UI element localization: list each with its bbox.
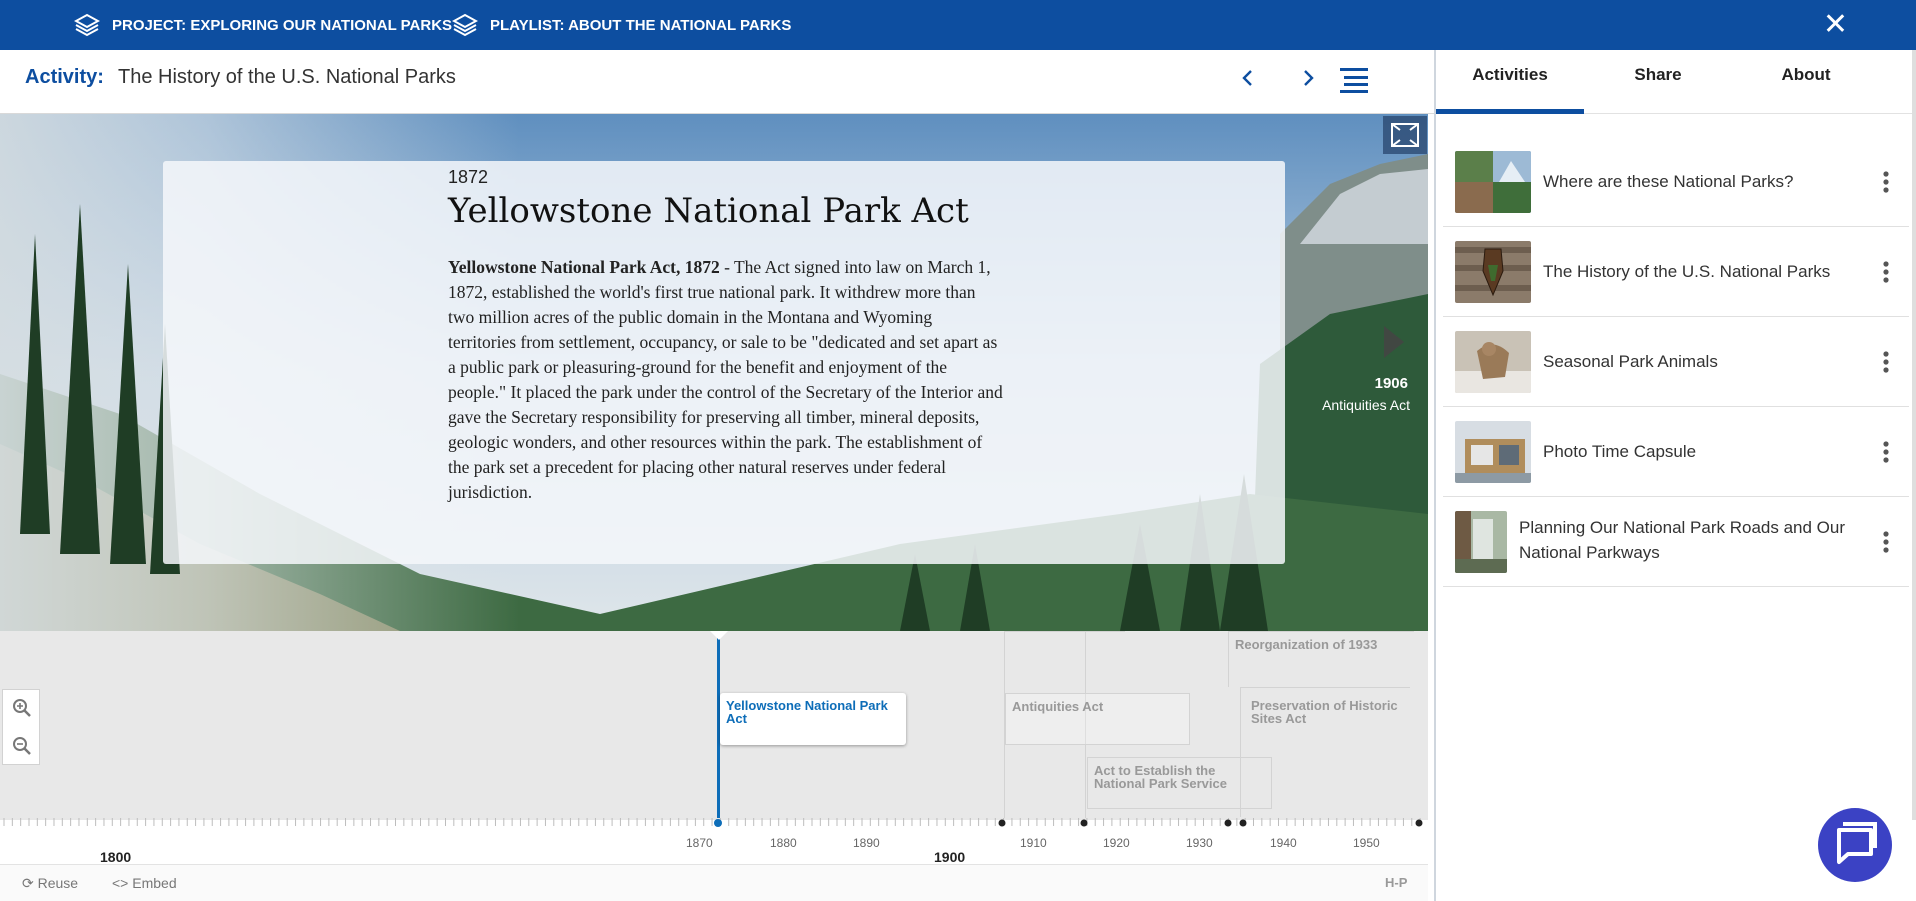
activity-thumbnail [1455, 511, 1507, 573]
timeline-event[interactable]: Preservation of Historic Sites Act [1245, 693, 1425, 731]
list-item[interactable]: The History of the U.S. National Parks [1443, 227, 1909, 317]
activity-name: The History of the U.S. National Parks [1543, 262, 1831, 281]
axis-tick-label: 1930 [1186, 836, 1213, 850]
panel-divider [1434, 50, 1436, 901]
embed-button[interactable]: <> Embed [112, 875, 177, 891]
menu-list-icon[interactable] [1340, 66, 1368, 94]
next-arrow-icon[interactable] [1296, 66, 1320, 90]
activity-thumbnail [1455, 151, 1531, 213]
activity-name: Where are these National Parks? [1543, 172, 1794, 191]
zoom-in-icon[interactable] [12, 698, 32, 718]
activity-thumbnail [1455, 331, 1531, 393]
tab-share[interactable]: Share [1584, 50, 1732, 114]
axis-tick-label: 1870 [686, 836, 713, 850]
event-year: 1872 [448, 167, 489, 187]
axis-event-dots [714, 819, 1423, 827]
event-description-lead: Yellowstone National Park Act, 1872 [448, 257, 720, 277]
fullscreen-icon [1391, 123, 1419, 147]
next-event-label[interactable]: Antiquities Act [1300, 397, 1410, 413]
activity-name: Planning Our National Park Roads and Our… [1519, 518, 1846, 562]
chat-bubble-icon [1837, 822, 1877, 864]
more-options-icon[interactable] [1883, 351, 1889, 373]
refresh-icon: ⟳ [22, 875, 34, 891]
timeline-event-active[interactable]: Yellowstone National Park Act [720, 693, 906, 745]
event-description: Yellowstone National Park Act, 1872 - Th… [448, 255, 1003, 505]
code-icon: <> [112, 875, 129, 891]
project-label: PROJECT: EXPLORING OUR NATIONAL PARKS [112, 16, 453, 34]
reuse-button[interactable]: ⟳ Reuse [22, 875, 78, 892]
event-description-text: - The Act signed into law on March 1, 18… [448, 257, 1003, 502]
fullscreen-button[interactable] [1383, 116, 1427, 154]
playlist-label: PLAYLIST: ABOUT THE NATIONAL PARKS [490, 16, 792, 34]
scrollbar[interactable] [1912, 50, 1916, 820]
side-tabs: Activities Share About [1436, 50, 1916, 114]
axis-tick-label: 1950 [1353, 836, 1380, 850]
playlist-breadcrumb[interactable]: PLAYLIST: ABOUT THE NATIONAL PARKS [452, 0, 791, 50]
active-pointer-icon [710, 631, 728, 640]
event-heading: Yellowstone National Park Act [448, 191, 969, 231]
h5p-footer: ⟳ Reuse <> Embed H-P [0, 864, 1428, 901]
layers-icon [74, 13, 100, 37]
activity-title: The History of the U.S. National Parks [118, 66, 456, 88]
top-bar: PROJECT: EXPLORING OUR NATIONAL PARKS PL… [0, 0, 1916, 50]
axis-major-label: 1900 [934, 849, 966, 865]
tab-activities[interactable]: Activities [1436, 50, 1584, 114]
tab-about[interactable]: About [1732, 50, 1880, 114]
activity-name: Photo Time Capsule [1543, 442, 1697, 461]
activity-thumbnail [1455, 241, 1531, 303]
project-breadcrumb[interactable]: PROJECT: EXPLORING OUR NATIONAL PARKS [74, 0, 452, 50]
next-event-year[interactable]: 1906 [1346, 375, 1408, 392]
next-event-arrow-icon[interactable] [1380, 324, 1408, 360]
activity-header: Activity: The History of the U.S. Nation… [0, 50, 1434, 114]
list-item[interactable]: Planning Our National Park Roads and Our… [1443, 497, 1909, 587]
list-item[interactable]: Photo Time Capsule [1443, 407, 1909, 497]
embed-label: Embed [132, 875, 177, 891]
more-options-icon[interactable] [1883, 441, 1889, 463]
list-item[interactable]: Seasonal Park Animals [1443, 317, 1909, 407]
axis-tick-label: 1910 [1020, 836, 1047, 850]
zoom-out-icon[interactable] [12, 736, 32, 756]
more-options-icon[interactable] [1883, 171, 1889, 193]
axis-tick-label: 1920 [1103, 836, 1130, 850]
previous-arrow-icon[interactable] [1236, 66, 1260, 90]
activity-name: Seasonal Park Animals [1543, 352, 1718, 371]
event-card: 1872 Yellowstone National Park Act Yello… [163, 161, 1285, 564]
chat-button[interactable] [1818, 808, 1892, 882]
h5p-logo[interactable]: H-P [1385, 875, 1407, 890]
axis-tick-label: 1940 [1270, 836, 1297, 850]
axis-major-label: 1800 [100, 849, 132, 865]
more-options-icon[interactable] [1883, 531, 1889, 553]
reuse-label: Reuse [37, 875, 79, 891]
zoom-controls [2, 689, 40, 765]
more-options-icon[interactable] [1883, 261, 1889, 283]
timeline-event[interactable]: Act to Establish the National Park Servi… [1087, 757, 1272, 809]
list-item[interactable]: Where are these National Parks? [1443, 137, 1909, 227]
timeline-event[interactable]: Antiquities Act [1005, 693, 1190, 745]
timeline-event[interactable]: Reorganization of 1933 [1235, 638, 1377, 651]
timeline-axis: 1870 1880 1890 1910 1920 1930 1940 1950 … [0, 818, 1428, 865]
activity-label: Activity: [25, 66, 104, 88]
activity-thumbnail [1455, 421, 1531, 483]
axis-tick-label: 1880 [770, 836, 797, 850]
timeline-slide: 1872 Yellowstone National Park Act Yello… [0, 114, 1428, 631]
close-icon[interactable]: ✕ [1823, 8, 1848, 42]
axis-tick-label: 1890 [853, 836, 880, 850]
layers-icon [452, 13, 478, 37]
